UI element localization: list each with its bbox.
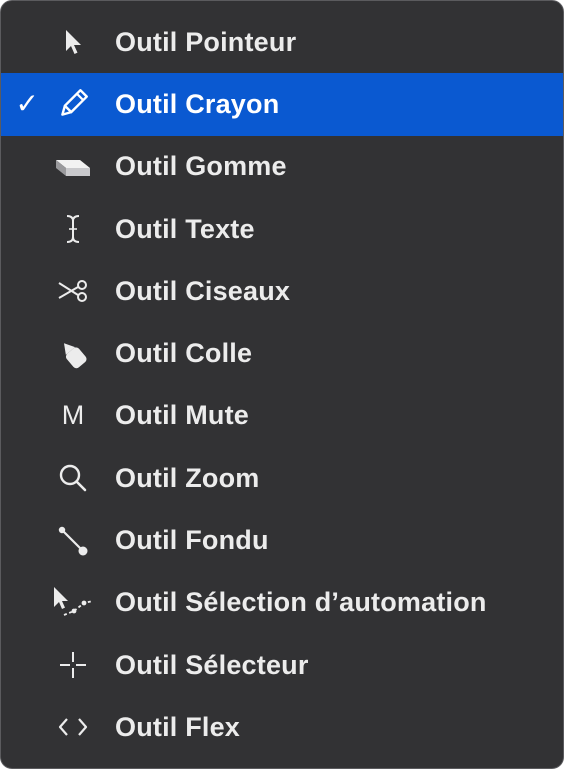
menu-item-label: Outil Colle bbox=[115, 338, 253, 369]
menu-item-label: Outil Sélection d’automation bbox=[115, 587, 487, 618]
menu-item-label: Outil Ciseaux bbox=[115, 275, 291, 306]
mute-m-icon: M bbox=[43, 396, 103, 436]
menu-item-label: Outil Fondu bbox=[115, 525, 269, 556]
tool-menu: Outil Pointeur ✓ Outil Crayon Outil Gomm… bbox=[0, 0, 564, 769]
scissors-icon bbox=[43, 271, 103, 311]
pencil-icon bbox=[43, 84, 103, 124]
flex-brackets-icon bbox=[43, 707, 103, 747]
eraser-icon bbox=[43, 147, 103, 187]
menu-item-scissors[interactable]: Outil Ciseaux bbox=[1, 260, 563, 322]
crosshair-icon bbox=[43, 645, 103, 685]
automation-select-icon bbox=[43, 583, 103, 623]
menu-item-pencil[interactable]: ✓ Outil Crayon bbox=[1, 73, 563, 136]
text-cursor-icon bbox=[43, 209, 103, 249]
menu-item-label: Outil Gomme bbox=[115, 151, 287, 182]
menu-item-eraser[interactable]: Outil Gomme bbox=[1, 136, 563, 198]
pointer-arrow-icon bbox=[43, 22, 103, 62]
menu-item-flex[interactable]: Outil Flex bbox=[1, 696, 563, 758]
menu-item-zoom[interactable]: Outil Zoom bbox=[1, 447, 563, 509]
menu-item-mute[interactable]: M Outil Mute bbox=[1, 385, 563, 447]
menu-item-glue[interactable]: Outil Colle bbox=[1, 322, 563, 384]
fade-line-icon bbox=[43, 521, 103, 561]
menu-item-selector[interactable]: Outil Sélecteur bbox=[1, 634, 563, 696]
menu-item-pointer[interactable]: Outil Pointeur bbox=[1, 11, 563, 73]
menu-item-fade[interactable]: Outil Fondu bbox=[1, 509, 563, 571]
mute-m-glyph: M bbox=[61, 400, 85, 431]
menu-item-label: Outil Sélecteur bbox=[115, 649, 309, 680]
menu-item-label: Outil Mute bbox=[115, 400, 249, 431]
menu-item-label: Outil Texte bbox=[115, 213, 255, 244]
menu-item-label: Outil Pointeur bbox=[115, 26, 297, 57]
menu-item-automation-select[interactable]: Outil Sélection d’automation bbox=[1, 572, 563, 634]
magnifier-icon bbox=[43, 458, 103, 498]
menu-item-label: Outil Crayon bbox=[115, 88, 280, 119]
menu-item-label: Outil Zoom bbox=[115, 462, 260, 493]
glue-icon bbox=[43, 334, 103, 374]
checkmark-icon: ✓ bbox=[15, 88, 39, 120]
menu-item-text[interactable]: Outil Texte bbox=[1, 198, 563, 260]
menu-item-label: Outil Flex bbox=[115, 711, 241, 742]
